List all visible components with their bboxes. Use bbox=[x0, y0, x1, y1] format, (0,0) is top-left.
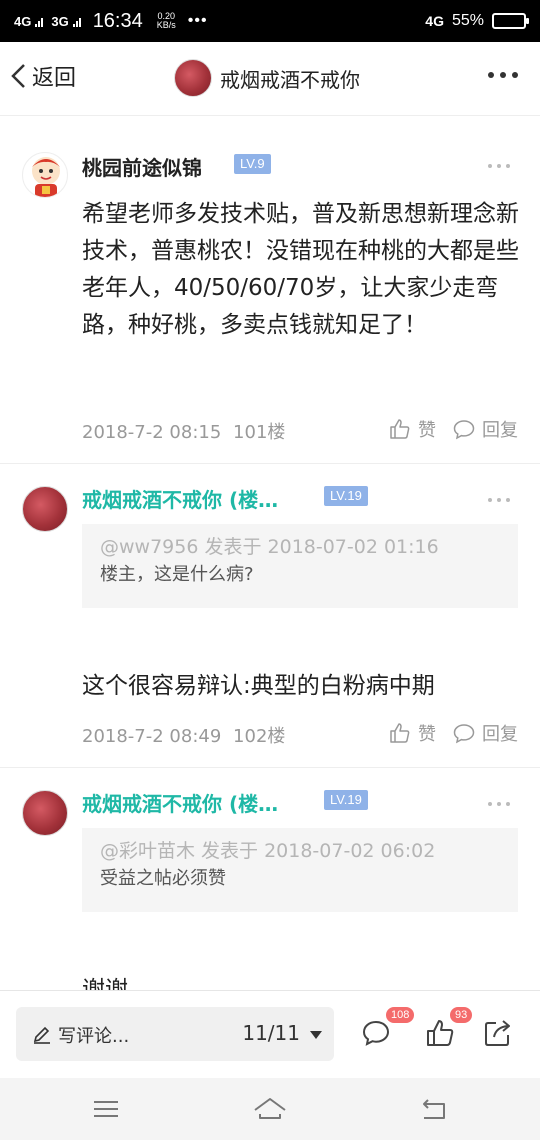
floor-number: 101楼 bbox=[233, 422, 286, 443]
post-content: 谢谢 bbox=[82, 977, 128, 990]
back-label: 返回 bbox=[32, 66, 77, 91]
back-nav-icon[interactable] bbox=[418, 1094, 450, 1124]
post-item: 桃园前途似锦 LV.9 希望老师多发技术贴，普及新思想新理念新技术，普惠桃农！没… bbox=[0, 116, 540, 464]
quote-text: 受益之帖必须赞 bbox=[100, 868, 226, 889]
like-button[interactable]: 赞 bbox=[388, 416, 436, 442]
network-4g: 4G bbox=[14, 14, 44, 29]
like-icon bbox=[390, 723, 410, 743]
reply-icon bbox=[453, 420, 475, 440]
post-meta: 2018-7-2 08:49 102楼 bbox=[82, 722, 285, 748]
post-item: 戒烟戒酒不戒你 (楼… LV.19 @彩叶苗木 发表于 2018-07-02 0… bbox=[0, 768, 540, 990]
cartoon-avatar-icon bbox=[32, 157, 60, 197]
back-arrow-icon bbox=[11, 64, 25, 88]
notification-dots: ••• bbox=[187, 12, 208, 29]
thread-title: 戒烟戒酒不戒你 bbox=[174, 59, 360, 97]
page-indicator[interactable]: 11/11 bbox=[242, 1021, 300, 1045]
post-content: 这个很容易辩认:典型的白粉病中期 bbox=[82, 673, 435, 699]
like-button[interactable]: 赞 bbox=[388, 720, 436, 746]
user-avatar[interactable] bbox=[22, 790, 68, 836]
page-title: 戒烟戒酒不戒你 bbox=[220, 67, 360, 92]
post-time: 2018-7-2 08:49 bbox=[82, 726, 222, 747]
reply-button[interactable]: 回复 bbox=[452, 720, 518, 746]
top-nav-bar: 返回 戒烟戒酒不戒你 bbox=[0, 42, 540, 116]
comment-bar: 写评论... 11/11 108 93 bbox=[0, 990, 540, 1078]
network-4g-right: 4G bbox=[425, 13, 444, 29]
battery-percent: 55% bbox=[451, 12, 484, 29]
post-more-icon[interactable] bbox=[488, 802, 510, 806]
post-more-icon[interactable] bbox=[488, 498, 510, 502]
level-badge: LV.9 bbox=[234, 154, 271, 174]
status-bar: 4G 3G 16:34 0.20 KB/s ••• 4G 55% bbox=[0, 0, 540, 42]
post-item: 戒烟戒酒不戒你 (楼… LV.19 @ww7956 发表于 2018-07-02… bbox=[0, 464, 540, 768]
like-count-badge: 93 bbox=[450, 1007, 473, 1023]
quote-meta: @ww7956 发表于 2018-07-02 01:16 bbox=[100, 536, 439, 558]
system-nav-bar bbox=[0, 1078, 540, 1140]
network-speed: 0.20 KB/s bbox=[156, 11, 176, 30]
pen-icon bbox=[33, 1026, 50, 1044]
reply-button[interactable]: 回复 bbox=[452, 416, 518, 442]
post-actions: 赞 回复 bbox=[388, 720, 518, 746]
thumb-icon[interactable] bbox=[424, 1017, 456, 1049]
quote-meta: @彩叶苗木 发表于 2018-07-02 06:02 bbox=[100, 840, 436, 862]
level-badge: LV.19 bbox=[324, 486, 368, 506]
author-name[interactable]: 戒烟戒酒不戒你 (楼… bbox=[82, 788, 278, 817]
author-name[interactable]: 戒烟戒酒不戒你 (楼… bbox=[82, 484, 278, 513]
quoted-post[interactable]: @ww7956 发表于 2018-07-02 01:16 楼主，这是什么病? bbox=[82, 524, 518, 608]
post-time: 2018-7-2 08:15 bbox=[82, 422, 222, 443]
like-icon bbox=[390, 419, 410, 439]
share-icon[interactable] bbox=[482, 1017, 514, 1049]
post-more-icon[interactable] bbox=[488, 164, 510, 168]
chevron-down-icon[interactable] bbox=[310, 1031, 322, 1039]
clock: 16:34 bbox=[92, 9, 143, 32]
comment-count-badge: 108 bbox=[386, 1007, 415, 1023]
post-actions: 赞 回复 bbox=[388, 416, 518, 442]
reply-icon bbox=[453, 724, 475, 744]
battery-icon bbox=[492, 13, 529, 29]
user-avatar[interactable] bbox=[22, 152, 68, 198]
comment-placeholder: 写评论... bbox=[58, 1026, 130, 1047]
post-content: 希望老师多发技术贴，普及新思想新理念新技术，普惠桃农！没错现在种桃的大都是些老年… bbox=[82, 201, 519, 338]
author-name[interactable]: 桃园前途似锦 bbox=[82, 152, 202, 181]
floor-number: 102楼 bbox=[233, 726, 286, 747]
signal-icon bbox=[72, 17, 81, 27]
more-icon[interactable] bbox=[488, 72, 518, 78]
home-icon[interactable] bbox=[252, 1094, 288, 1124]
quoted-post[interactable]: @彩叶苗木 发表于 2018-07-02 06:02 受益之帖必须赞 bbox=[82, 828, 518, 912]
level-badge: LV.19 bbox=[324, 790, 368, 810]
comment-icon[interactable] bbox=[360, 1017, 392, 1049]
signal-icon bbox=[35, 17, 44, 27]
menu-icon[interactable] bbox=[90, 1094, 122, 1124]
user-avatar[interactable] bbox=[22, 486, 68, 532]
quote-text: 楼主，这是什么病? bbox=[100, 564, 254, 585]
post-meta: 2018-7-2 08:15 101楼 bbox=[82, 418, 285, 444]
network-3g: 3G bbox=[51, 14, 81, 29]
comment-input[interactable]: 写评论... 11/11 bbox=[16, 1007, 334, 1061]
author-avatar bbox=[174, 59, 212, 97]
back-button[interactable]: 返回 bbox=[10, 60, 76, 92]
